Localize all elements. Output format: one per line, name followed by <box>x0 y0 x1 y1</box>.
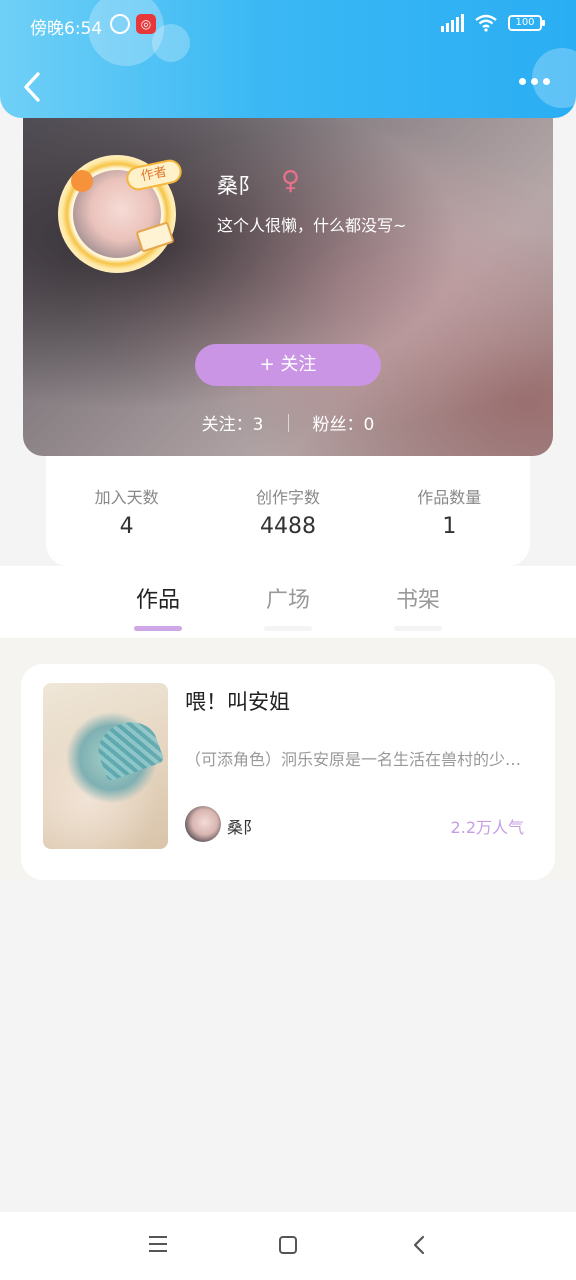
tab-label: 作品 <box>135 588 180 613</box>
tab-label: 书架 <box>395 588 440 613</box>
tab-indicator <box>134 626 182 631</box>
followers-count[interactable]: 粉丝：0 <box>313 410 375 435</box>
status-time: 傍晚6:54 <box>30 19 103 39</box>
work-description: （可添角色）泂乐安原是一名生活在兽村的少女，某天 <box>185 750 531 769</box>
tab-works[interactable]: 作品 <box>118 582 198 631</box>
decorative-bubble <box>152 24 190 62</box>
status-left-icons: ◎ <box>110 14 156 34</box>
system-nav-bar <box>0 1212 576 1280</box>
tab-plaza[interactable]: 广场 <box>248 582 328 631</box>
profile-card: 作者 桑阝 ♀ 这个人很懒，什么都没写~ + 关注 关注：3 粉丝：0 <box>23 100 553 456</box>
username: 桑阝 <box>217 174 259 198</box>
follow-stats: 关注：3 粉丝：0 <box>23 410 553 435</box>
work-card[interactable]: 喂！叫安姐 （可添角色）泂乐安原是一名生活在兽村的少女，某天 桑阝 2.2万人气 <box>21 664 555 880</box>
work-title[interactable]: 喂！叫安姐 <box>185 686 290 716</box>
tab-label: 广场 <box>265 588 310 613</box>
home-icon[interactable] <box>279 1236 297 1254</box>
stat-label: 作品数量 <box>417 488 482 507</box>
stat-value: 1 <box>442 514 457 539</box>
tab-indicator <box>394 626 442 631</box>
status-right-icons: 100 <box>441 14 545 32</box>
carrot-decoration-icon <box>71 170 93 192</box>
female-gender-icon: ♀ <box>281 166 301 196</box>
stat-label: 加入天数 <box>94 488 159 507</box>
alarm-icon <box>110 14 130 34</box>
wifi-icon <box>475 14 497 32</box>
author-avatar[interactable] <box>185 806 221 842</box>
system-back-icon[interactable] <box>412 1234 426 1256</box>
stats-card: 加入天数 4 创作字数 4488 作品数量 1 <box>46 440 530 566</box>
more-options-icon[interactable] <box>519 78 550 85</box>
back-arrow-icon[interactable] <box>18 70 46 104</box>
stat-value: 4 <box>119 514 134 539</box>
divider <box>287 413 289 432</box>
tab-indicator <box>264 626 312 631</box>
popularity-count: 2.2万人气 <box>450 818 524 837</box>
app-notification-icon: ◎ <box>136 14 156 34</box>
stat-value: 4488 <box>259 514 316 539</box>
battery-icon: 100 <box>508 15 545 31</box>
stat-works-count: 作品数量 1 <box>379 484 519 566</box>
cover-fan-illustration <box>91 714 165 782</box>
following-count[interactable]: 关注：3 <box>202 410 264 435</box>
author-name[interactable]: 桑阝 <box>227 814 259 838</box>
stat-join-days: 加入天数 4 <box>57 484 197 566</box>
book-cover-image[interactable] <box>43 683 168 849</box>
user-bio: 这个人很懒，什么都没写~ <box>217 216 407 235</box>
signal-icon <box>441 14 464 32</box>
recent-apps-icon[interactable] <box>149 1236 167 1252</box>
tab-bookshelf[interactable]: 书架 <box>378 582 458 631</box>
stat-word-count: 创作字数 4488 <box>218 484 358 566</box>
stat-label: 创作字数 <box>255 488 320 507</box>
header-bar: 傍晚6:54 ◎ 100 <box>0 0 576 118</box>
tab-bar: 作品 广场 书架 <box>0 566 576 638</box>
follow-button[interactable]: + 关注 <box>195 344 381 386</box>
